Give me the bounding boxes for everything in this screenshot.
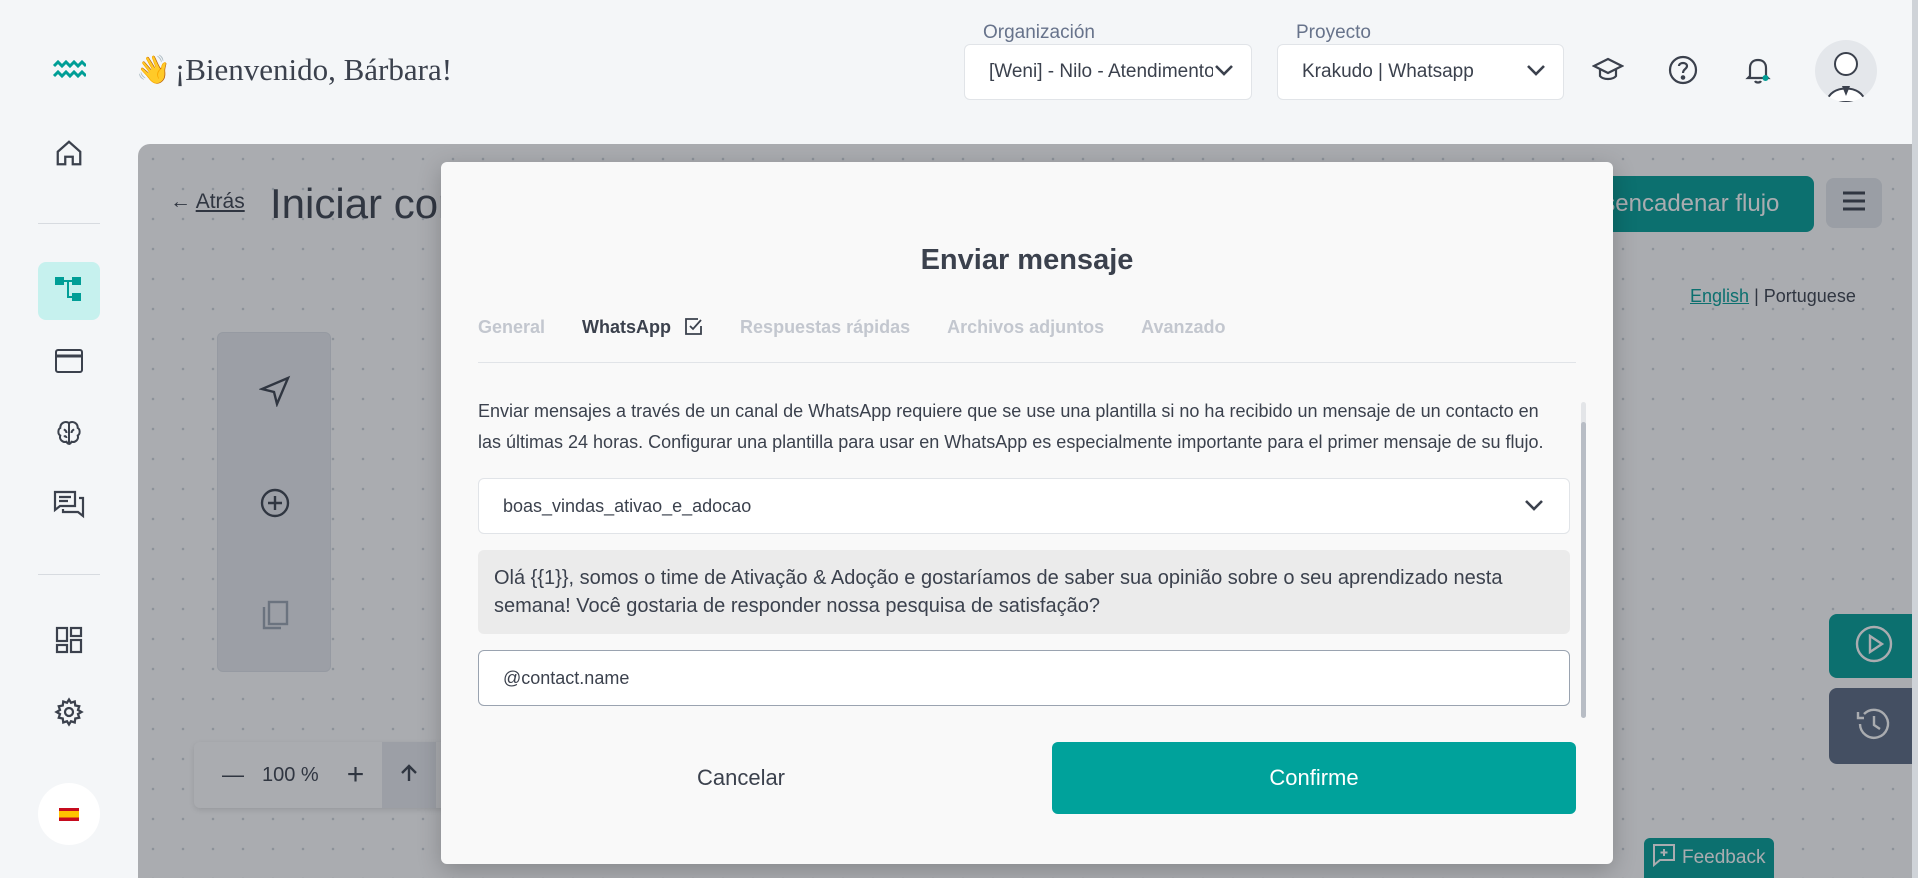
sidebar-divider [38,574,100,575]
tab-label: WhatsApp [582,317,672,337]
send-message-modal: Enviar mensaje General WhatsApp Respuest… [441,162,1613,864]
checkbox-checked-icon [683,317,703,342]
chat-icon [53,489,85,524]
help-icon[interactable] [1665,52,1701,88]
sidebar-item-ai[interactable] [38,406,100,464]
modal-scrollbar-thumb[interactable] [1581,422,1586,718]
chevron-down-icon [1213,61,1235,83]
organization-select[interactable]: [Weni] - Nilo - Atendimento [964,44,1252,100]
sidebar-item-settings[interactable] [38,685,100,743]
sidebar-item-flows[interactable] [38,262,100,320]
greeting: 👋 ¡Bienvenido, Bárbara! [136,52,452,88]
sidebar [0,0,138,878]
greeting-text: ¡Bienvenido, Bárbara! [174,52,453,87]
organization-value: [Weni] - Nilo - Atendimento [989,61,1213,82]
organization-label: Organización [983,22,1095,43]
modal-tabs: General WhatsApp Respuestas rápidas Arch… [478,317,1576,363]
tab-general[interactable]: General [478,317,545,362]
modal-scrollbar[interactable] [1581,402,1586,718]
tab-quick-replies[interactable]: Respuestas rápidas [740,317,910,362]
sidebar-divider [38,223,100,224]
chevron-down-icon [1523,496,1545,517]
whatsapp-tab-content: Enviar mensajes a través de un canal de … [478,396,1576,718]
notification-bell-icon[interactable] [1740,52,1776,88]
tab-label: General [478,317,546,337]
home-icon [54,138,84,173]
tab-advanced[interactable]: Avanzado [1141,317,1225,362]
template-preview: Olá {{1}}, somos o time de Ativação & Ad… [478,550,1570,634]
cancel-button[interactable]: Cancelar [478,742,1004,814]
project-select[interactable]: Krakudo | Whatsapp [1277,44,1564,100]
modal-title: Enviar mensaje [920,244,1134,276]
brain-icon [54,418,84,453]
project-value: Krakudo | Whatsapp [1302,61,1474,82]
page-scrollbar[interactable] [1912,0,1918,878]
template-value: boas_vindas_ativao_e_adocao [503,495,752,516]
tab-label: Archivos adjuntos [947,317,1105,337]
tab-label: Respuestas rápidas [740,317,911,337]
tab-whatsapp[interactable]: WhatsApp [582,317,703,362]
weni-logo-icon[interactable] [52,58,88,82]
confirm-button[interactable]: Confirme [1052,742,1576,814]
sidebar-item-home[interactable] [38,126,100,184]
language-selector[interactable] [38,783,100,845]
spain-flag-icon [59,807,79,821]
project-label: Proyecto [1296,22,1371,43]
browser-window-icon [54,347,84,380]
template-select[interactable]: boas_vindas_ativao_e_adocao [478,478,1570,534]
tab-label: Avanzado [1141,317,1226,337]
flows-icon [53,274,85,309]
gear-icon [54,696,84,732]
avatar[interactable] [1815,40,1877,102]
template-variable-input[interactable] [478,650,1570,706]
chevron-down-icon [1525,61,1547,83]
sidebar-item-chats[interactable] [38,477,100,535]
tab-attachments[interactable]: Archivos adjuntos [947,317,1104,362]
academy-icon[interactable] [1590,52,1626,88]
sidebar-item-dashboard[interactable] [38,613,100,671]
whatsapp-description: Enviar mensajes a través de un canal de … [478,401,1544,452]
sidebar-item-browser[interactable] [38,334,100,392]
dashboard-icon [54,625,84,660]
waving-hand-icon: 👋 [136,55,171,86]
